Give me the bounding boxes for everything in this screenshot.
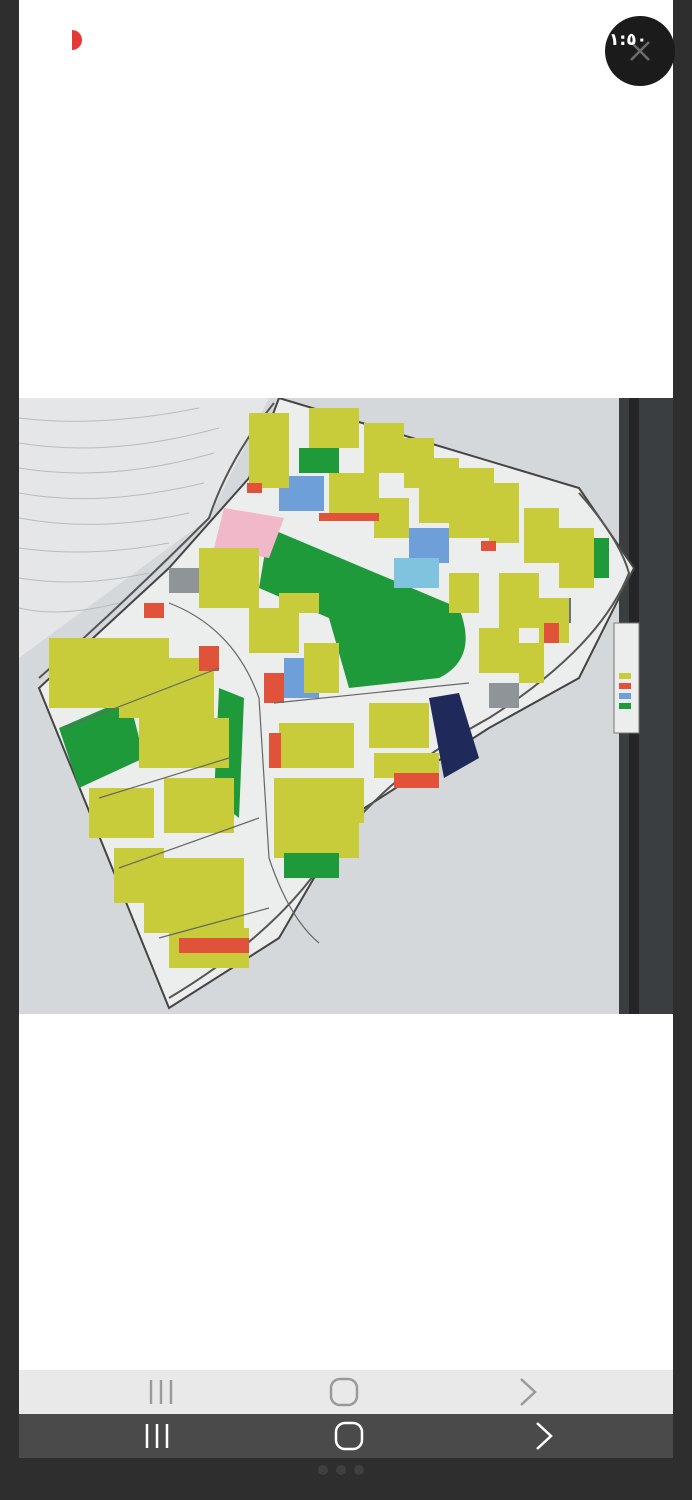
system-navigation-bar xyxy=(19,1414,673,1458)
recents-button[interactable] xyxy=(134,1414,179,1458)
back-icon xyxy=(520,1378,537,1406)
screen: ١:٥٠ xyxy=(0,0,692,1500)
recents-icon xyxy=(149,1380,173,1404)
ghost-navigation-bar xyxy=(19,1370,673,1414)
page-dot xyxy=(318,1465,328,1475)
page-indicator-dots xyxy=(318,1465,378,1477)
page-dot xyxy=(336,1465,346,1475)
site-plan-drawing xyxy=(19,398,673,1014)
recents-icon xyxy=(145,1424,168,1448)
back-icon xyxy=(536,1422,553,1450)
home-icon xyxy=(329,1377,359,1407)
back-button[interactable] xyxy=(524,1414,564,1458)
home-icon xyxy=(334,1421,364,1451)
story-timer: ١:٥٠ xyxy=(609,30,647,50)
site-plan-image xyxy=(19,398,673,1014)
page-dot xyxy=(354,1465,364,1475)
home-button[interactable] xyxy=(324,1414,374,1458)
